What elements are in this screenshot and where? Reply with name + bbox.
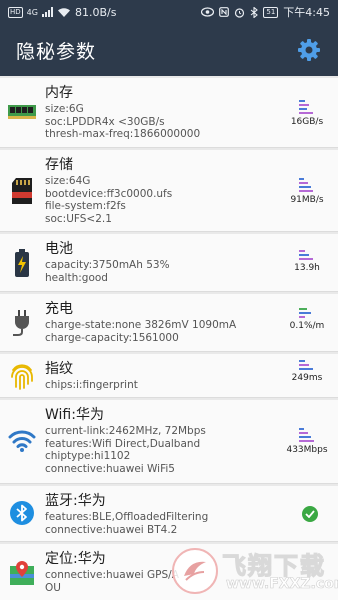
check-icon (302, 506, 318, 522)
metric: 249ms (282, 360, 332, 383)
metric: 433Mbps (282, 428, 332, 455)
nfc-icon (219, 7, 230, 17)
card-body: Wifi:华为 current-link:2462MHz, 72Mbps fea… (45, 406, 285, 475)
charger-plug-icon (7, 308, 37, 338)
sd-card-icon (7, 176, 37, 206)
metric-value: 13.9h (294, 263, 320, 273)
card-line: chiptype:hi1102 (45, 450, 131, 462)
fingerprint-icon (7, 361, 37, 391)
card-battery[interactable]: 电池 capacity:3750mAh 53% health:good 13.9… (0, 234, 338, 292)
card-line: connective:huawei WiFi5 (45, 462, 175, 475)
metric-bars-icon (299, 250, 315, 260)
card-line: bootdevice:ff3c0000.ufs (45, 187, 173, 200)
card-line: features:BLE,OffloadedFiltering (45, 511, 209, 523)
card-line: charge-state:none 3826mV 1090mA (45, 319, 237, 331)
card-title: 定位:华为 (45, 551, 106, 567)
gear-icon[interactable] (296, 37, 322, 63)
card-line: soc:LPDDR4x <30GB/s (45, 115, 165, 128)
card-line: capacity:3750mAh 53% (45, 259, 170, 271)
card-line: current-link:2462MHz, 72Mbps (45, 425, 206, 437)
clock: 下午4:45 (283, 6, 330, 19)
metric-bars-icon (299, 308, 315, 318)
metric-value: 0.1%/m (289, 321, 325, 331)
network-type: 4G (26, 7, 38, 17)
alarm-icon (235, 7, 245, 18)
card-line: size:64G (45, 175, 91, 187)
metric-value: 16GB/s (290, 117, 324, 127)
battery-indicator: 51 (263, 6, 279, 18)
card-line: OU (45, 581, 61, 594)
card-title: Wifi:华为 (45, 407, 104, 423)
card-line: thresh-max-freq:1866000000 (45, 128, 201, 140)
card-title: 蓝牙:华为 (45, 493, 106, 509)
card-wifi[interactable]: Wifi:华为 current-link:2462MHz, 72Mbps fea… (0, 400, 338, 484)
metric: 91MB/s (282, 178, 332, 205)
card-line: file-system:f2fs (45, 200, 126, 212)
battery-icon (7, 248, 37, 278)
card-line: connective:huawei GPS/A (45, 569, 179, 581)
card-title: 存储 (45, 157, 73, 173)
card-charging[interactable]: 充电 charge-state:none 3826mV 1090mA charg… (0, 294, 338, 352)
card-line: size:6G (45, 103, 84, 115)
metric-value: 433Mbps (286, 445, 328, 455)
metric-bars-icon (299, 360, 315, 370)
card-line: connective:huawei BT4.2 (45, 523, 178, 536)
card-line: chips:i:fingerprint (45, 379, 138, 391)
eye-icon (201, 7, 215, 17)
card-title: 充电 (45, 301, 73, 317)
card-storage[interactable]: 存储 size:64G bootdevice:ff3c0000.ufs file… (0, 150, 338, 232)
card-body: 蓝牙:华为 features:BLE,OffloadedFiltering co… (45, 492, 285, 536)
status-left: HD 4G 81.0B/s (8, 6, 201, 19)
metric-value: 91MB/s (290, 195, 324, 205)
cell-signal-icon (41, 7, 53, 17)
card-line: soc:UFS<2.1 (45, 212, 112, 225)
wifi-icon (7, 426, 37, 456)
card-body: 内存 size:6G soc:LPDDR4x <30GB/s thresh-ma… (45, 84, 285, 141)
metric: 13.9h (282, 250, 332, 273)
card-line: charge-capacity:1561000 (45, 331, 179, 344)
metric-value: 249ms (291, 373, 323, 383)
card-memory[interactable]: 内存 size:6G soc:LPDDR4x <30GB/s thresh-ma… (0, 78, 338, 148)
ram-icon (7, 96, 37, 126)
metric-bars-icon (299, 100, 315, 114)
map-location-icon (7, 558, 37, 588)
card-body: 定位:华为 connective:huawei GPS/A OU (45, 550, 285, 594)
card-fingerprint[interactable]: 指纹 chips:i:fingerprint 249ms (0, 354, 338, 398)
card-title: 内存 (45, 85, 73, 101)
card-body: 指纹 chips:i:fingerprint (45, 360, 285, 392)
metric-bars-icon (299, 178, 315, 192)
status-right: 51 下午4:45 (201, 4, 330, 20)
card-body: 充电 charge-state:none 3826mV 1090mA charg… (45, 300, 285, 344)
status-bar: HD 4G 81.0B/s 51 下午4:45 (0, 0, 338, 24)
card-body: 电池 capacity:3750mAh 53% health:good (45, 240, 285, 284)
card-body: 存储 size:64G bootdevice:ff3c0000.ufs file… (45, 156, 285, 225)
hd-badge: HD (8, 6, 23, 18)
card-line: health:good (45, 271, 108, 284)
network-speed: 81.0B/s (74, 5, 117, 19)
wifi-status-icon (57, 7, 70, 17)
bluetooth-status-icon (251, 6, 259, 18)
card-title: 电池 (45, 241, 73, 257)
card-bluetooth[interactable]: 蓝牙:华为 features:BLE,OffloadedFiltering co… (0, 486, 338, 542)
card-line: features:Wifi Direct,Dualband (45, 437, 201, 450)
card-location[interactable]: 定位:华为 connective:huawei GPS/A OU (0, 544, 338, 600)
page-title: 隐秘参数 (16, 40, 97, 63)
metric: 0.1%/m (282, 308, 332, 331)
metric: 16GB/s (282, 100, 332, 127)
bluetooth-icon (7, 498, 37, 528)
card-title: 指纹 (45, 361, 73, 377)
metric-bars-icon (299, 428, 315, 442)
app-bar: 隐秘参数 (0, 24, 338, 76)
